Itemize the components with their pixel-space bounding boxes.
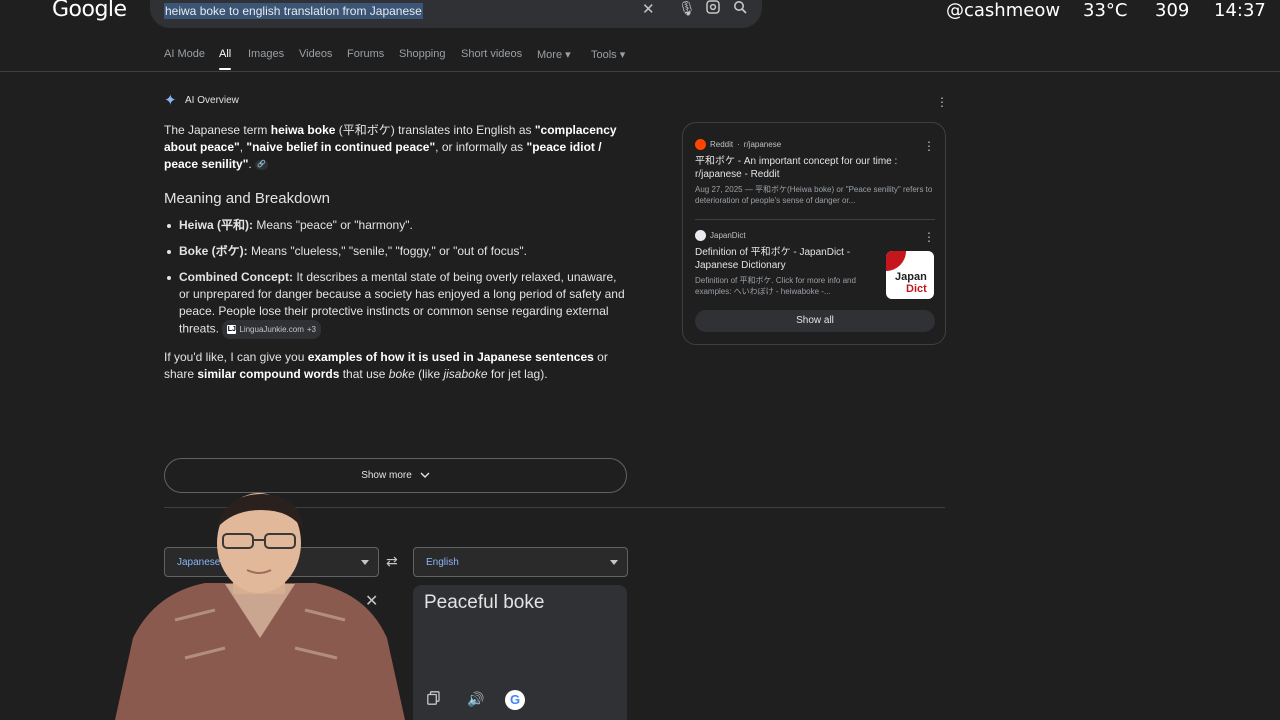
ai-overview-header: ✦ AI Overview: [164, 93, 239, 108]
sparkle-icon: ✦: [164, 92, 177, 109]
tab-tools-label: Tools: [591, 49, 617, 61]
link-icon[interactable]: 🔗: [255, 159, 269, 170]
target-language-select[interactable]: English: [413, 547, 628, 577]
speaker-icon[interactable]: 🔊: [467, 691, 484, 708]
overlay-time: 14:37: [1214, 0, 1266, 21]
tab-images[interactable]: Images: [248, 48, 284, 60]
source-snippet: Definition of 平和ボケ. Click for more info …: [695, 276, 856, 296]
show-more-label: Show more: [361, 470, 412, 481]
source-title[interactable]: Definition of 平和ボケ - JapanDict - Japanes…: [695, 246, 881, 272]
show-all-button[interactable]: Show all: [695, 310, 935, 332]
source-site: JapanDict: [695, 230, 881, 241]
ai-overview-title: AI Overview: [185, 95, 239, 106]
source-options-icon[interactable]: ⋮: [923, 230, 935, 244]
lens-icon[interactable]: [706, 0, 720, 18]
ai-overview-intro: The Japanese term heiwa boke (平和ボケ) tran…: [164, 123, 617, 171]
ai-overview-outro: If you'd like, I can give you examples o…: [164, 350, 608, 381]
list-item: Combined Concept: It describes a mental …: [164, 269, 629, 339]
google-g-icon[interactable]: G: [505, 690, 525, 710]
tab-tools[interactable]: Tools ▾: [591, 48, 625, 61]
google-logo[interactable]: Google: [52, 0, 127, 22]
microphone-icon[interactable]: 🎙: [678, 0, 696, 17]
tab-more-label: More: [537, 49, 563, 61]
japandict-icon: [695, 230, 706, 241]
webcam-overlay: [115, 493, 405, 720]
list-item: Heiwa (平和): Means "peace" or "harmony".: [164, 217, 629, 234]
section-title: Meaning and Breakdown: [164, 190, 330, 207]
overlay-temperature: 33°C: [1083, 0, 1128, 21]
chevron-down-icon: [420, 470, 430, 481]
source-divider: [695, 219, 935, 220]
source-site: Reddit · r/japanese: [695, 139, 935, 150]
overlay-handle: @cashmeow: [946, 0, 1061, 21]
reddit-icon: [695, 139, 706, 150]
source-item-reddit[interactable]: Reddit · r/japanese 平和ボケ - An important co…: [695, 139, 935, 206]
citation-chip[interactable]: LJ LinguaJunkie.com +3: [222, 320, 321, 339]
tab-ai-mode[interactable]: AI Mode: [164, 48, 205, 60]
tab-short-videos[interactable]: Short videos: [461, 48, 522, 60]
source-item-japandict[interactable]: JapanDict Definition of 平和ボケ - JapanDict…: [695, 230, 881, 297]
search-query[interactable]: heiwa boke to english translation from J…: [164, 3, 423, 19]
more-options-icon[interactable]: ⋮: [936, 95, 948, 109]
tabs-divider: [0, 71, 1280, 72]
tab-forums[interactable]: Forums: [347, 48, 384, 60]
tab-shopping[interactable]: Shopping: [399, 48, 446, 60]
chevron-down-icon: ▾: [565, 49, 571, 61]
source-snippet: Aug 27, 2025 — 平和ボケ(Heiwa boke) or "Peac…: [695, 185, 933, 205]
active-tab-indicator: [219, 68, 231, 70]
translation-output: Peaceful boke: [424, 592, 545, 613]
tab-more[interactable]: More ▾: [537, 48, 571, 61]
list-item: Boke (ボケ): Means "clueless," "senile," "…: [164, 243, 629, 260]
sources-card: Reddit · r/japanese 平和ボケ - An important co…: [682, 122, 946, 345]
lingua-junkie-favicon: LJ: [227, 325, 237, 334]
breakdown-list: Heiwa (平和): Means "peace" or "harmony". …: [164, 217, 629, 348]
japandict-thumbnail[interactable]: Japan Dict: [886, 251, 934, 299]
source-title[interactable]: 平和ボケ - An important concept for our time…: [695, 155, 935, 181]
clear-icon[interactable]: ✕: [642, 0, 655, 18]
search-box[interactable]: heiwa boke to english translation from J…: [150, 0, 762, 28]
overlay-count: 309: [1155, 0, 1190, 21]
tab-videos[interactable]: Videos: [299, 48, 332, 60]
copy-icon[interactable]: [427, 691, 440, 708]
dropdown-caret-icon: [610, 560, 618, 565]
search-icon[interactable]: [733, 0, 747, 18]
source-options-icon[interactable]: ⋮: [923, 139, 935, 153]
chevron-down-icon: ▾: [619, 49, 626, 61]
tab-all[interactable]: All: [219, 48, 231, 60]
